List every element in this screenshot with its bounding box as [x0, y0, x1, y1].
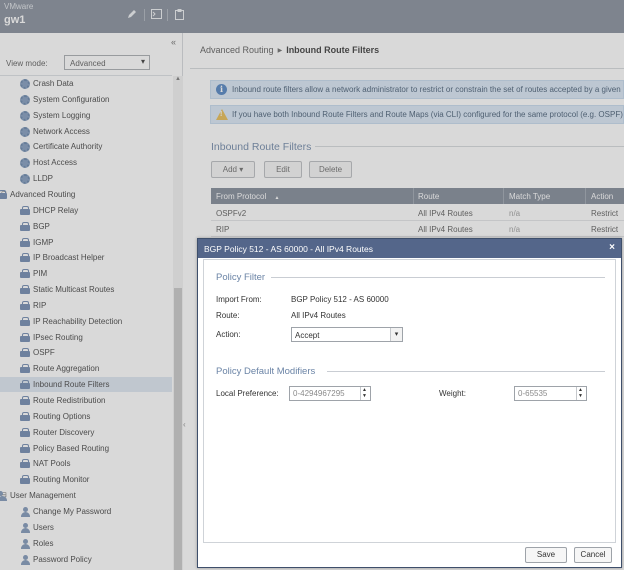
cancel-button[interactable]: Cancel	[574, 547, 612, 563]
import-from-value: BGP Policy 512 - AS 60000	[291, 295, 389, 304]
policy-dialog: BGP Policy 512 - AS 60000 - All IPv4 Rou…	[197, 238, 622, 568]
save-button[interactable]: Save	[525, 547, 567, 563]
policy-filter-title: Policy Filter	[216, 272, 266, 283]
action-select[interactable]: Accept ▾	[291, 327, 403, 342]
route-value: All IPv4 Routes	[291, 311, 346, 320]
local-preference-label: Local Preference:	[216, 389, 279, 398]
local-preference-input[interactable]	[291, 388, 357, 399]
dialog-title: BGP Policy 512 - AS 60000 - All IPv4 Rou…	[204, 244, 373, 254]
dialog-body: Policy Filter Import From: BGP Policy 51…	[203, 259, 616, 543]
chevron-down-icon: ▾	[390, 328, 402, 341]
action-label: Action:	[216, 330, 241, 339]
decrement-icon[interactable]: ▼	[578, 393, 583, 399]
local-preference-stepper[interactable]: ▲▼	[289, 386, 371, 401]
dialog-header: BGP Policy 512 - AS 60000 - All IPv4 Rou…	[198, 239, 621, 258]
decrement-icon[interactable]: ▼	[362, 393, 367, 399]
close-icon[interactable]: ×	[609, 242, 615, 253]
route-label: Route:	[216, 311, 240, 320]
import-from-label: Import From:	[216, 295, 262, 304]
weight-input[interactable]	[516, 388, 573, 399]
modifiers-title: Policy Default Modifiers	[216, 366, 316, 377]
action-select-value: Accept	[295, 331, 320, 340]
weight-label: Weight:	[439, 389, 466, 398]
weight-stepper[interactable]: ▲▼	[514, 386, 587, 401]
